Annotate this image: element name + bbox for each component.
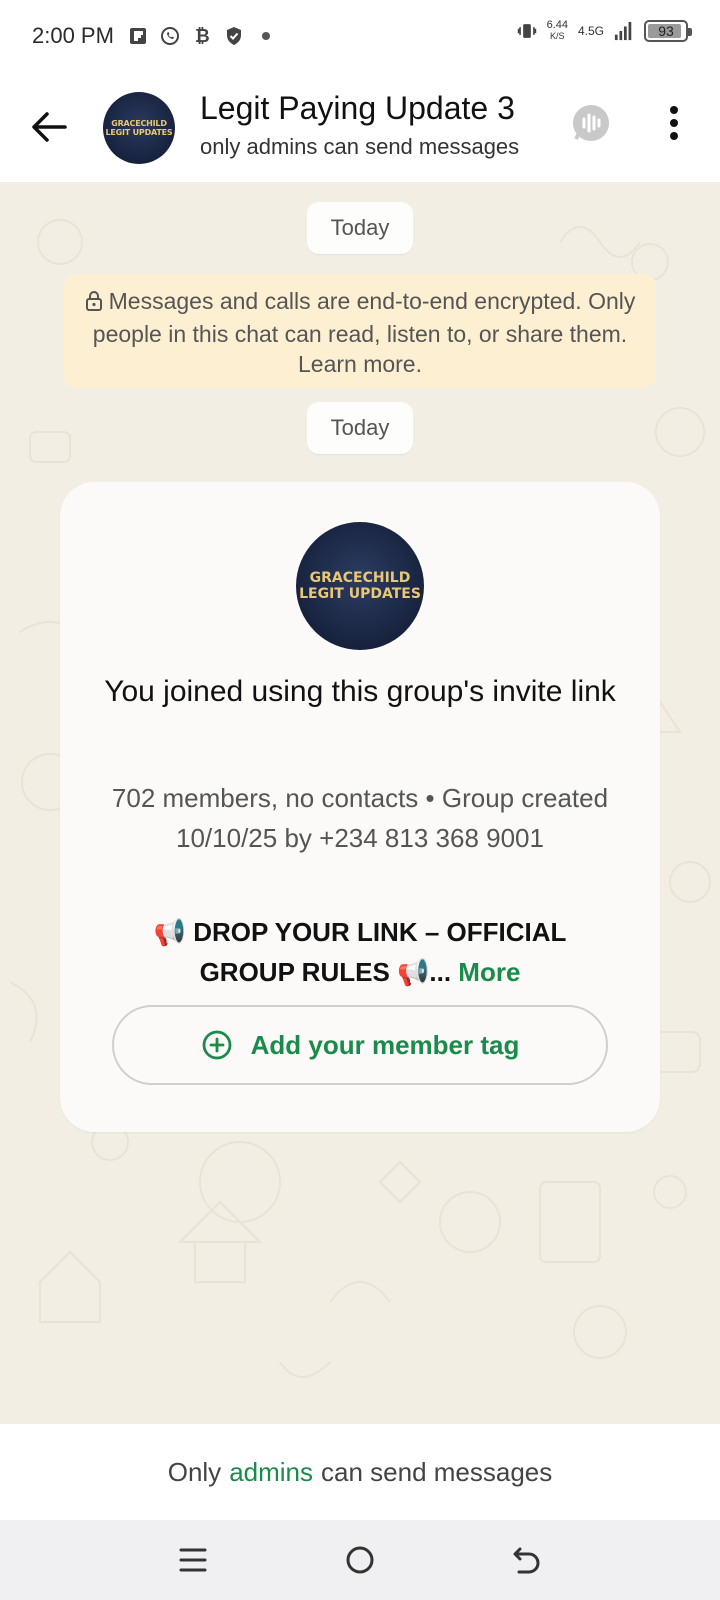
recents-button[interactable] xyxy=(163,1530,223,1590)
group-info-card: GRACECHILD LEGIT UPDATES You joined usin… xyxy=(60,482,660,1132)
add-member-tag-label: Add your member tag xyxy=(250,1029,520,1060)
admins-only-notice: Only admins can send messages xyxy=(0,1424,720,1520)
battery-indicator: 93 xyxy=(644,20,692,42)
voice-chat-icon xyxy=(573,105,609,141)
bitcoin-icon: ₿ xyxy=(192,26,212,46)
add-circle-icon xyxy=(202,1030,232,1060)
group-description: 📢 DROP YOUR LINK – OFFICIAL GROUP RULES … xyxy=(110,912,610,992)
admins-link[interactable]: admins xyxy=(229,1457,313,1488)
status-bar: 2:00 PM ₿ 6.44 K/S 4.5G 93 xyxy=(0,0,720,72)
svg-text:₿: ₿ xyxy=(195,26,210,46)
whatsapp-icon xyxy=(160,26,180,46)
flipboard-icon xyxy=(128,26,148,46)
avatar-text-line1: GRACECHILD xyxy=(111,119,167,128)
vibrate-icon xyxy=(517,21,537,41)
group-avatar[interactable]: GRACECHILD LEGIT UPDATES xyxy=(103,92,175,164)
notification-icons: ₿ xyxy=(128,26,276,46)
net-speed: 6.44 K/S xyxy=(547,20,568,42)
network-type: 4.5G xyxy=(577,24,604,38)
admins-only-suffix: can send messages xyxy=(321,1456,553,1487)
add-member-tag-button[interactable]: Add your member tag xyxy=(112,1005,608,1085)
battery-level: 93 xyxy=(658,23,674,39)
back-nav-button[interactable] xyxy=(497,1530,557,1590)
dot-icon xyxy=(256,26,276,46)
back-arrow-icon xyxy=(32,112,67,142)
more-vertical-icon xyxy=(670,106,678,140)
net-speed-unit: K/S xyxy=(550,31,565,41)
chat-area[interactable]: Today Messages and calls are end-to-end … xyxy=(0,182,720,1424)
group-subtitle[interactable]: only admins can send messages xyxy=(200,134,540,160)
signal-icon xyxy=(614,21,634,41)
group-title[interactable]: Legit Paying Update 3 xyxy=(200,90,515,127)
home-circle-icon xyxy=(346,1546,374,1574)
home-button[interactable] xyxy=(330,1530,390,1590)
back-button[interactable] xyxy=(24,102,74,152)
admins-only-prefix: Only xyxy=(167,1456,222,1487)
date-divider: Today xyxy=(307,202,413,254)
back-nav-icon xyxy=(513,1547,540,1574)
card-avatar-line2: LEGIT UPDATES xyxy=(299,586,421,602)
encryption-notice-text: Messages and calls are end-to-end encryp… xyxy=(92,288,636,377)
card-avatar-line1: GRACECHILD xyxy=(309,570,411,586)
status-right: 6.44 K/S 4.5G 93 xyxy=(517,20,692,42)
encryption-notice[interactable]: Messages and calls are end-to-end encryp… xyxy=(64,274,656,388)
overflow-menu-button[interactable] xyxy=(656,100,692,146)
date-divider: Today xyxy=(307,402,413,454)
voice-chat-button[interactable] xyxy=(568,100,614,146)
menu-icon xyxy=(179,1548,207,1572)
chat-header: GRACECHILD LEGIT UPDATES Legit Paying Up… xyxy=(0,72,720,182)
system-nav-bar xyxy=(0,1520,720,1600)
join-title: You joined using this group's invite lin… xyxy=(104,675,616,708)
status-time: 2:00 PM xyxy=(32,23,114,48)
net-speed-value: 6.44 xyxy=(546,19,568,31)
avatar-text-line2: LEGIT UPDATES xyxy=(105,128,173,137)
shield-icon xyxy=(224,26,244,46)
more-link[interactable]: More xyxy=(458,957,520,987)
card-group-avatar[interactable]: GRACECHILD LEGIT UPDATES xyxy=(296,522,424,650)
group-meta: 702 members, no contacts • Group created… xyxy=(111,783,609,853)
lock-icon xyxy=(85,289,103,319)
